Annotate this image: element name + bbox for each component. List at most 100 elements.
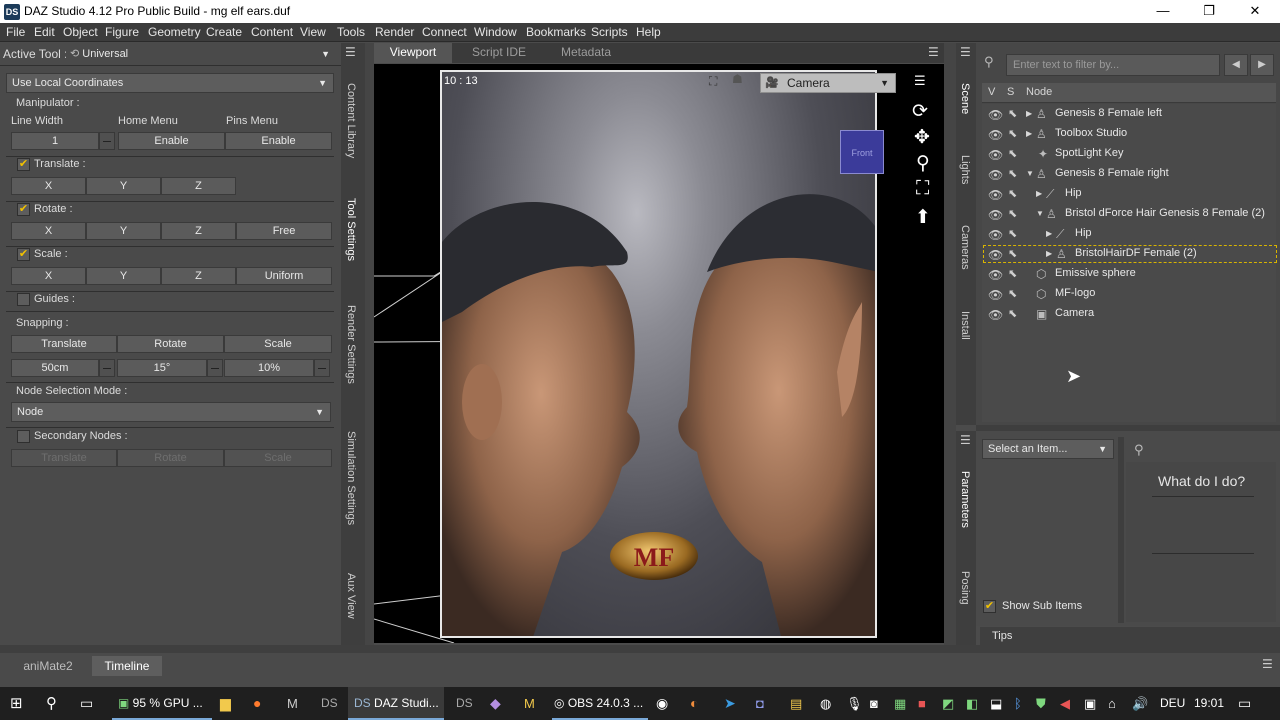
file-explorer-icon[interactable]: ▆	[220, 687, 231, 720]
tab-simulation-settings[interactable]: Simulation Settings	[345, 431, 357, 525]
scene-filter-input[interactable]: Enter text to filter by...	[1006, 54, 1220, 76]
tab-posing[interactable]: Posing	[959, 571, 971, 605]
tab-aux-view[interactable]: Aux View	[345, 573, 357, 619]
scene-node[interactable]: 👁 ⬉ ▶ ♙ Toolbox Studio	[982, 124, 1278, 144]
splitter[interactable]	[944, 43, 956, 645]
palette-icon[interactable]: ◉	[656, 687, 668, 720]
tab-content-library[interactable]: Content Library	[345, 83, 357, 158]
scale-z-button[interactable]: Z	[161, 267, 236, 285]
select-arrow-icon[interactable]: ⬉	[1008, 187, 1017, 200]
tray-icon[interactable]: ▣	[1084, 687, 1096, 720]
camera-lock-icon[interactable]: ☗	[732, 72, 754, 94]
splitter[interactable]	[1118, 437, 1124, 623]
expand-icon[interactable]: ▶	[1026, 109, 1032, 118]
coordinate-mode-dropdown[interactable]: Use Local Coordinates ▼	[6, 73, 334, 93]
notifications-icon[interactable]: ▭	[1238, 687, 1251, 720]
active-tool-dropdown[interactable]: ⟲ Universal ▼	[66, 45, 336, 65]
snap-translate-field[interactable]: 50cm	[11, 359, 99, 377]
scale-x-button[interactable]: X	[11, 267, 86, 285]
select-arrow-icon[interactable]: ⬉	[1008, 107, 1017, 120]
guides-checkbox[interactable]	[17, 293, 30, 306]
eye-icon[interactable]: 👁	[988, 148, 1003, 162]
scale-checkbox[interactable]: ✔	[17, 248, 30, 261]
tab-viewport[interactable]: Viewport	[374, 43, 452, 63]
eye-icon[interactable]: 👁	[988, 228, 1003, 242]
tab-metadata[interactable]: Metadata	[546, 43, 626, 63]
home-menu-dropdown[interactable]: Enable	[118, 132, 225, 150]
snap-rotate-slider[interactable]	[207, 359, 223, 377]
select-item-dropdown[interactable]: Select an Item... ▼	[982, 439, 1114, 459]
select-arrow-icon[interactable]: ⬉	[1008, 227, 1017, 240]
line-width-slider[interactable]	[99, 132, 115, 150]
menu-file[interactable]: File	[6, 25, 25, 39]
node-selection-dropdown[interactable]: Node ▼	[11, 402, 331, 422]
translate-checkbox[interactable]: ✔	[17, 158, 30, 171]
menu-tools[interactable]: Tools	[337, 25, 365, 39]
secondary-nodes-checkbox[interactable]	[17, 430, 30, 443]
tab-timeline[interactable]: Timeline	[92, 656, 162, 676]
select-arrow-icon[interactable]: ⬉	[1008, 307, 1017, 320]
select-arrow-icon[interactable]: ⬉	[1008, 127, 1017, 140]
scene-node[interactable]: 👁 ⬉ ✦ SpotLight Key	[982, 144, 1278, 164]
taskbar-gpu-app[interactable]: ▣ 95 % GPU ...	[112, 687, 212, 720]
telegram-icon[interactable]: ➤	[724, 687, 736, 720]
expand-icon[interactable]: ▶	[1036, 189, 1042, 198]
panel-menu-icon[interactable]: ☰	[928, 45, 939, 59]
tab-parameters[interactable]: Parameters	[959, 471, 971, 528]
panel-menu-icon[interactable]: ☰	[960, 45, 971, 59]
scene-node[interactable]: 👁 ⬉ ▣ Camera	[982, 304, 1278, 324]
language-indicator[interactable]: DEU	[1160, 687, 1185, 720]
tab-tips[interactable]: Tips	[992, 630, 1012, 642]
tab-scene[interactable]: Scene	[959, 83, 971, 114]
eye-icon[interactable]: 👁	[988, 288, 1003, 302]
rotate-z-button[interactable]: Z	[161, 222, 236, 240]
reset-view-icon[interactable]: ⬆	[915, 206, 931, 229]
splitter[interactable]	[365, 43, 374, 645]
select-arrow-icon[interactable]: ⬉	[1008, 267, 1017, 280]
scene-node[interactable]: 👁 ⬉ ▶ ⟋ Hip	[982, 184, 1278, 204]
search-icon[interactable]: ⚲	[1134, 442, 1144, 458]
translate-z-button[interactable]: Z	[161, 177, 236, 195]
scene-tree[interactable]: 👁 ⬉ ▶ ♙ Genesis 8 Female left 👁 ⬉ ▶ ♙ Toolbox St…	[982, 104, 1278, 422]
filter-prev-button[interactable]: ◀	[1224, 54, 1248, 76]
volume-icon[interactable]: 🔊	[1132, 687, 1148, 720]
scene-node[interactable]: 👁 ⬉ ▶ ♙ Genesis 8 Female left	[982, 104, 1278, 124]
task-view-icon[interactable]: ▭	[80, 687, 93, 720]
nvidia-icon[interactable]: ◧	[966, 687, 978, 720]
column-node[interactable]: Node	[1026, 86, 1052, 98]
collapse-icon[interactable]: ▼	[1036, 209, 1044, 218]
orbit-icon[interactable]: ⟳	[912, 100, 928, 123]
pins-menu-dropdown[interactable]: Enable	[225, 132, 332, 150]
tab-cameras[interactable]: Cameras	[959, 225, 971, 270]
menu-window[interactable]: Window	[474, 25, 517, 39]
eye-icon[interactable]: 👁	[988, 188, 1003, 202]
filter-next-button[interactable]: ▶	[1250, 54, 1274, 76]
restore-button[interactable]: ❐	[1186, 0, 1232, 23]
tab-tool-settings[interactable]: Tool Settings	[345, 198, 357, 261]
eye-icon[interactable]: 👁	[988, 128, 1003, 142]
scene-node[interactable]: 👁 ⬉ ▼ ♙ Genesis 8 Female right	[982, 164, 1278, 184]
windows-start-icon[interactable]: ⊞	[10, 687, 23, 720]
select-arrow-icon[interactable]: ⬉	[1008, 287, 1017, 300]
bluetooth-icon[interactable]: ᛒ	[1014, 687, 1022, 720]
column-selectable[interactable]: S	[1007, 86, 1014, 98]
menu-create[interactable]: Create	[206, 25, 242, 39]
scene-node[interactable]: 👁 ⬉ ▼ ♙ Bristol dForce Hair Genesis 8 Female…	[982, 204, 1278, 224]
tray-icon[interactable]: ⬓	[990, 687, 1002, 720]
microphone-icon[interactable]: 🎙	[846, 687, 863, 720]
snap-rotate-field[interactable]: 15°	[117, 359, 207, 377]
frame-icon[interactable]: ⛶	[916, 178, 929, 200]
menu-geometry[interactable]: Geometry	[148, 25, 201, 39]
rotate-checkbox[interactable]: ✔	[17, 203, 30, 216]
rotate-free-button[interactable]: Free	[236, 222, 332, 240]
snap-scale-field[interactable]: 10%	[224, 359, 314, 377]
clock[interactable]: 19:01	[1194, 687, 1224, 720]
tab-animate2[interactable]: aniMate2	[8, 656, 88, 676]
menu-render[interactable]: Render	[375, 25, 414, 39]
scene-node-selected[interactable]: 👁 ⬉ ▶ ♙ BristolHairDF Female (2)	[982, 244, 1278, 264]
notes-icon[interactable]: ▤	[790, 687, 802, 720]
select-arrow-icon[interactable]: ⬉	[1008, 247, 1017, 260]
zoom-icon[interactable]: ⚲	[916, 152, 930, 175]
menu-view[interactable]: View	[300, 25, 326, 39]
tray-icon[interactable]: ◍	[820, 687, 831, 720]
